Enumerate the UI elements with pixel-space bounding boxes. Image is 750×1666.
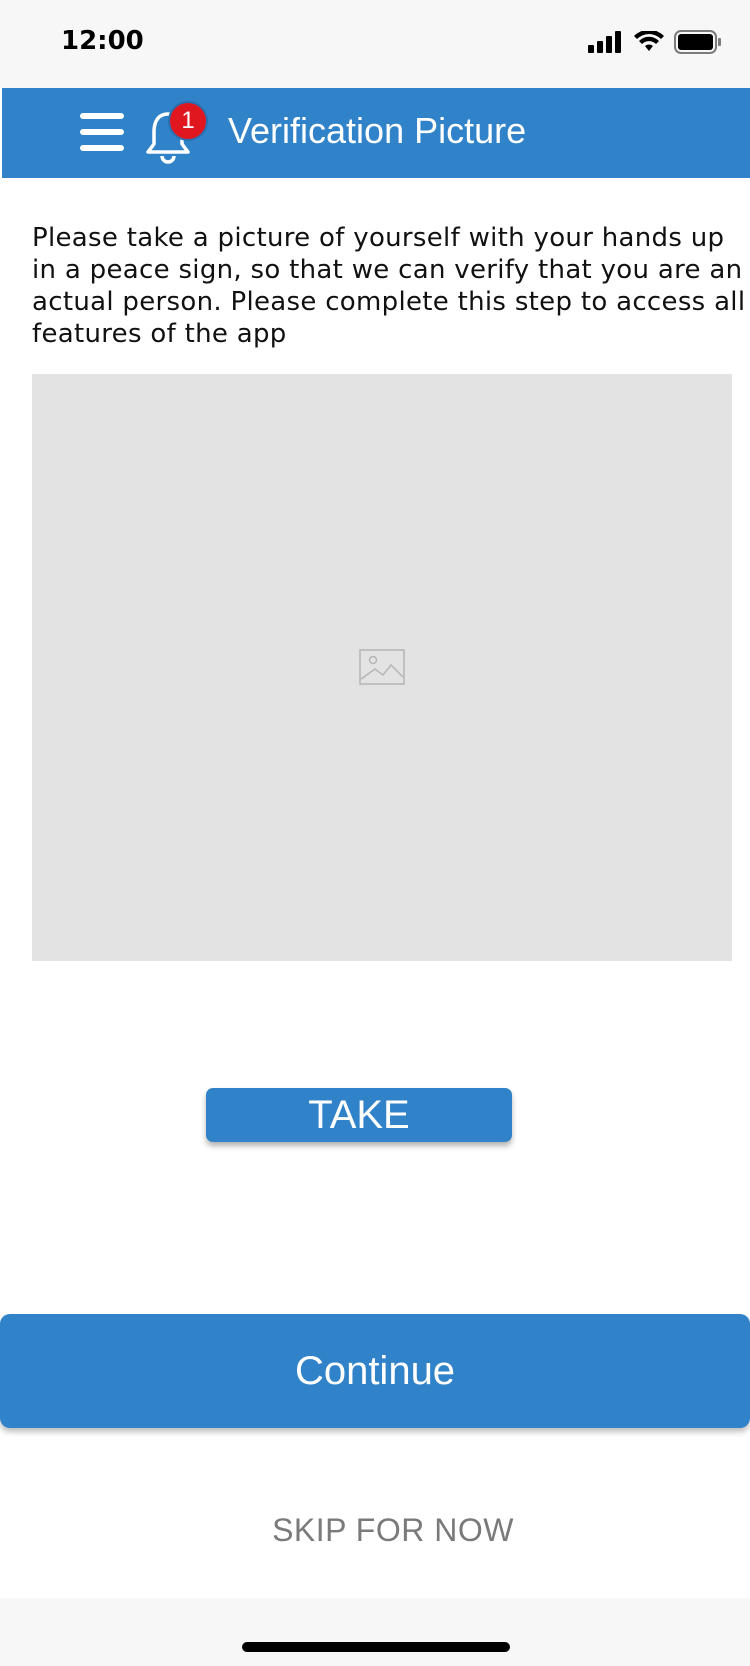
signal-icon [588,31,621,53]
wifi-icon [634,31,664,51]
status-bar: 12:00 [0,0,750,88]
status-icons [588,30,722,54]
status-time: 12:00 [61,26,144,56]
hamburger-menu-icon[interactable] [80,113,124,151]
take-photo-button[interactable]: TAKE [206,1088,512,1142]
battery-icon [674,30,721,54]
instructions-text: Please take a picture of yourself with y… [32,223,746,349]
notification-badge: 1 [168,101,208,141]
notifications-button[interactable]: 1 [144,101,208,166]
image-placeholder-icon [359,649,405,685]
app-header: 1 Verification Picture [2,88,750,178]
continue-button[interactable]: Continue [0,1314,750,1428]
home-indicator[interactable] [242,1642,510,1652]
skip-for-now-link[interactable]: SKIP FOR NOW [0,1512,750,1549]
home-bar-area [0,1598,750,1666]
photo-placeholder [32,374,732,961]
page-title: Verification Picture [228,110,527,151]
